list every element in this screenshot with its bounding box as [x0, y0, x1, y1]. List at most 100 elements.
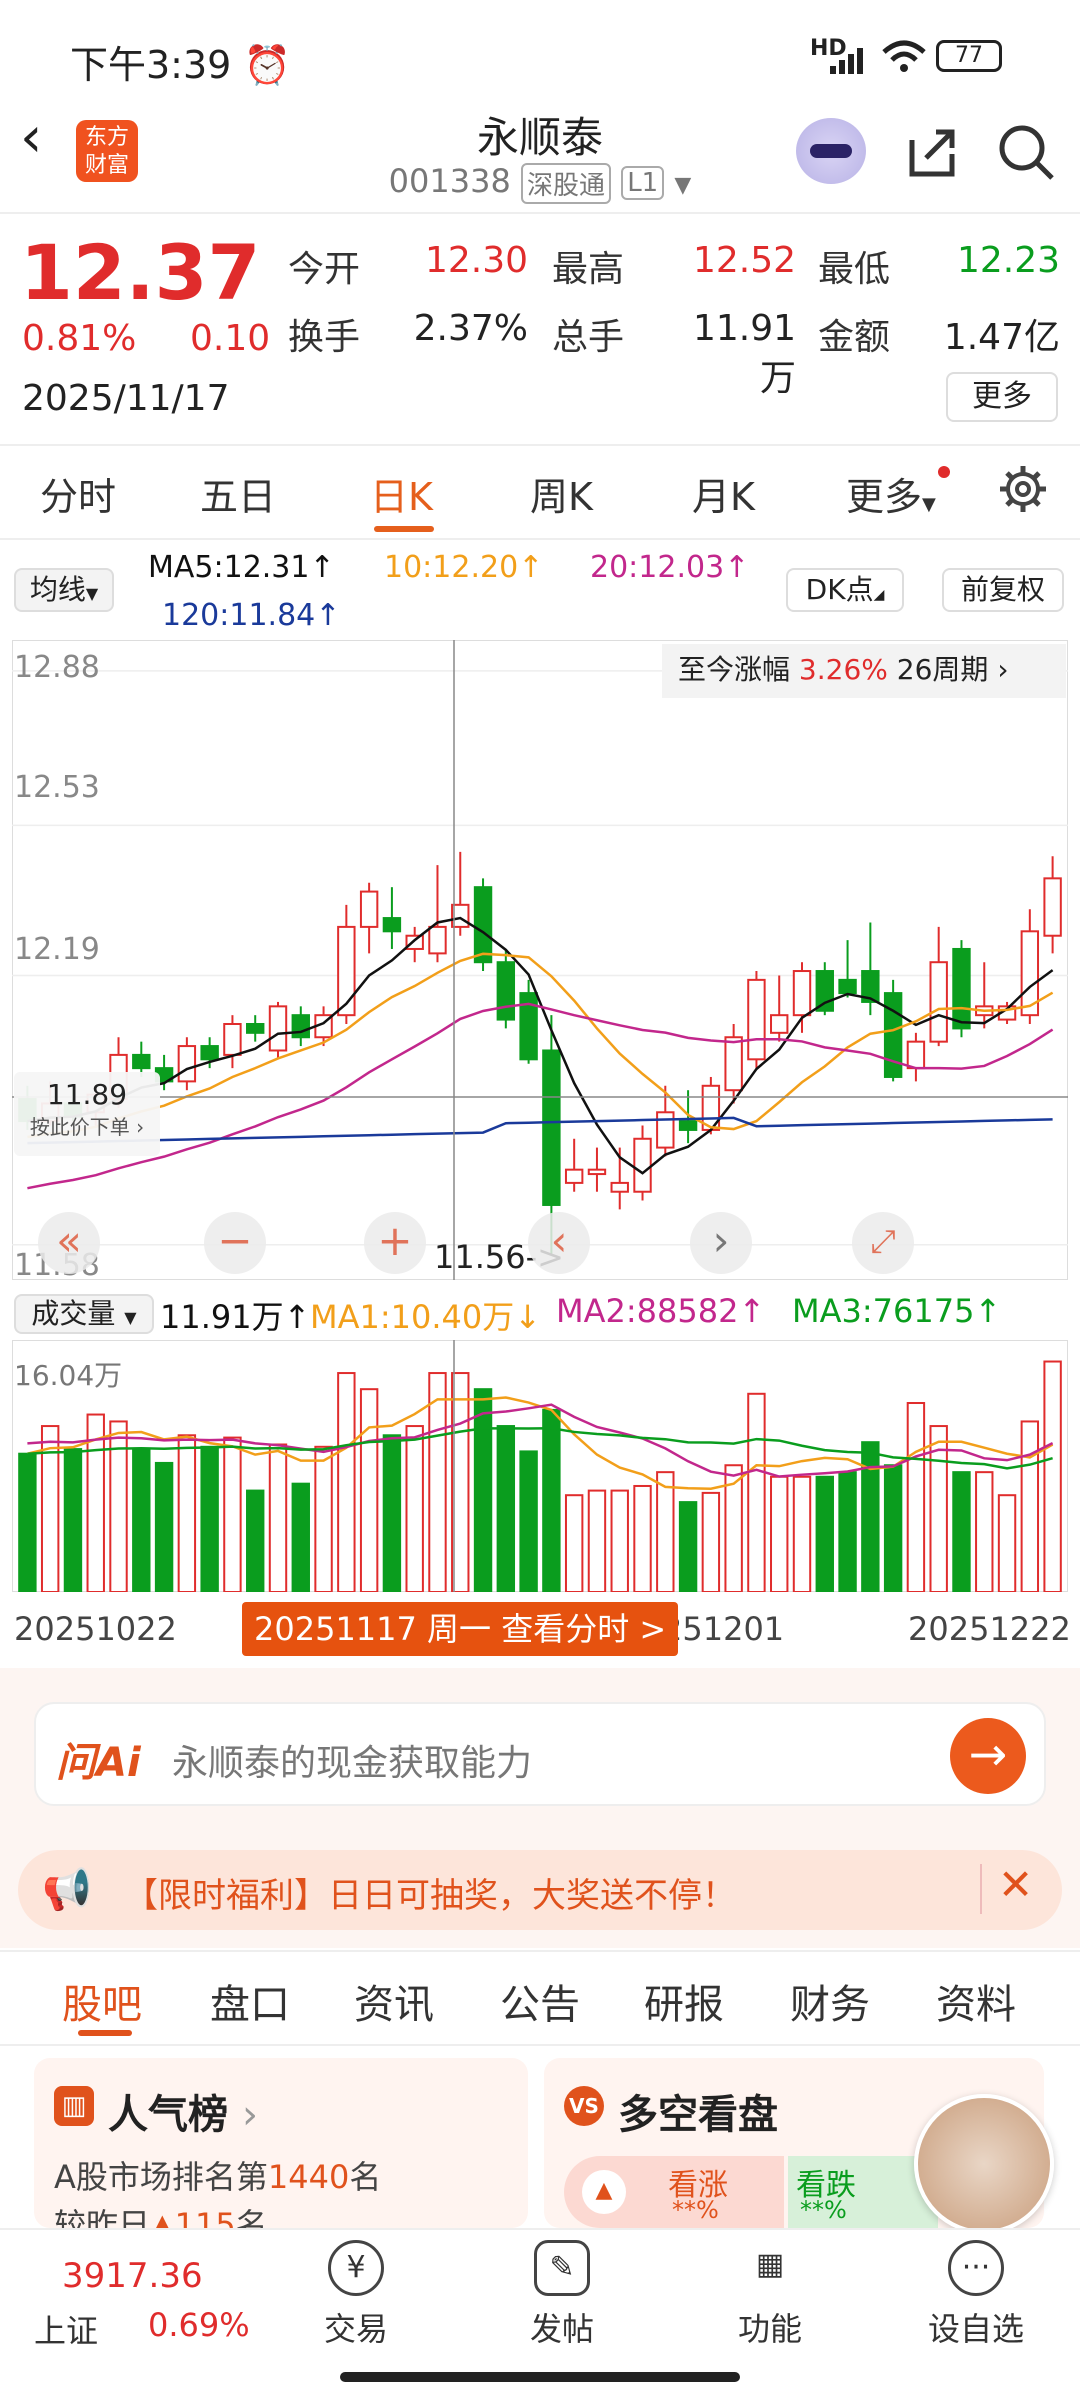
volume-selector[interactable]: 成交量 ▼: [14, 1294, 154, 1334]
candle: [405, 934, 424, 950]
volume-bar: [496, 1425, 516, 1592]
candle: [724, 1036, 743, 1092]
assistant-avatar-icon[interactable]: [796, 118, 866, 184]
promo-banner[interactable]: 📢 【限时福利】日日可抽奖，大奖送不停！ ✕: [18, 1850, 1062, 1930]
nav-function[interactable]: ▦ 功能: [700, 2240, 840, 2350]
view-intraday-tag[interactable]: 20251117 周一 查看分时 >: [242, 1602, 679, 1656]
volume-bar: [815, 1475, 834, 1592]
volume-bar: [861, 1441, 880, 1592]
yen-icon: ¥: [328, 2240, 384, 2296]
volume-ma3: MA3:76175↑: [792, 1292, 1002, 1330]
tab-weekly-k[interactable]: 周K: [530, 466, 593, 521]
tab-daily-k[interactable]: 日K: [370, 466, 433, 521]
candle: [610, 1181, 629, 1193]
close-icon[interactable]: ✕: [998, 1860, 1033, 1909]
zoom-in-icon[interactable]: +: [364, 1212, 426, 1274]
tab-order-book[interactable]: 盘口: [210, 1972, 290, 2030]
tab-five-day[interactable]: 五日: [200, 466, 276, 521]
notification-dot: [938, 466, 950, 478]
adjust-button[interactable]: 前复权: [942, 568, 1064, 612]
since-value: 3.26%: [798, 653, 888, 686]
tab-research[interactable]: 研报: [644, 1972, 724, 2030]
cursor-price-tag[interactable]: 11.89 按此价下单 ›: [14, 1072, 160, 1156]
tab-intraday[interactable]: 分时: [40, 466, 116, 521]
arrow-right-icon[interactable]: →: [950, 1718, 1026, 1794]
bull-bear-title: 多空看盘: [618, 2092, 778, 2138]
candle: [678, 1120, 698, 1131]
search-icon[interactable]: [996, 122, 1056, 186]
candle: [291, 1014, 310, 1039]
tab-profile[interactable]: 资料: [936, 1972, 1016, 2030]
high-value: 12.52: [692, 240, 796, 281]
volume-bar: [952, 1471, 971, 1592]
candle: [815, 970, 834, 1012]
popularity-title: 人气榜 ›: [108, 2092, 258, 2138]
tab-forum[interactable]: 股吧: [62, 1972, 142, 2030]
volume-bar: [291, 1482, 310, 1592]
volume-selector-label: 成交量: [31, 1297, 116, 1330]
previous-icon[interactable]: ‹: [528, 1212, 590, 1274]
candle: [496, 961, 516, 1021]
date-right: 20251222: [908, 1610, 1071, 1648]
scroll-left-icon[interactable]: «: [38, 1212, 100, 1274]
promo-text: 【限时福利】日日可抽奖，大奖送不停！: [124, 1876, 736, 1916]
zoom-out-icon[interactable]: −: [204, 1212, 266, 1274]
tab-more[interactable]: 更多▼: [846, 466, 936, 521]
cursor-hint-text: 按此价下单: [29, 1115, 130, 1139]
bull-button[interactable]: ▲ 看涨 **%: [564, 2156, 784, 2228]
more-quote-button[interactable]: 更多: [946, 372, 1058, 422]
share-icon[interactable]: [904, 124, 960, 184]
tab-monthly-k[interactable]: 月K: [692, 466, 755, 521]
popularity-card[interactable]: ▥ 人气榜 › A股市场排名第1440名 较昨日▲115名: [34, 2058, 528, 2228]
fullscreen-icon[interactable]: ⤢: [852, 1212, 914, 1274]
settings-icon[interactable]: [998, 464, 1048, 518]
ai-logo: 问Ai: [56, 1740, 141, 1786]
volume-ytick: 16.04万: [14, 1359, 123, 1392]
volume-bar: [519, 1450, 538, 1592]
ai-question-bar[interactable]: 问Ai 永顺泰的现金获取能力 →: [34, 1702, 1046, 1806]
volume-bar: [18, 1452, 37, 1592]
volume-chart[interactable]: [12, 1340, 1068, 1592]
signal-icon: [830, 48, 870, 78]
candle: [747, 978, 766, 1061]
nav-trade[interactable]: ¥ 交易: [286, 2240, 426, 2350]
candle: [177, 1045, 197, 1083]
volume-bar: [633, 1484, 652, 1592]
dropdown-icon: ▼: [124, 1308, 137, 1327]
candle: [473, 886, 493, 964]
ytick-high: 12.88: [14, 650, 100, 685]
volume-bar: [428, 1372, 447, 1592]
candle: [633, 1137, 652, 1193]
volume-ma1: MA1:10.40万↓: [310, 1298, 542, 1336]
tab-news[interactable]: 资讯: [354, 1972, 434, 2030]
volume-bar: [473, 1388, 493, 1592]
more-dots-icon: ···: [948, 2240, 1004, 2296]
candle: [952, 947, 971, 1030]
next-icon[interactable]: ›: [690, 1212, 752, 1274]
dropdown-icon: ◢: [873, 587, 885, 603]
volume-bar: [109, 1420, 128, 1592]
quote-date: 2025/11/17: [22, 378, 230, 419]
last-price: 12.37: [20, 228, 261, 317]
vs-icon: VS: [564, 2086, 604, 2126]
volume-bar: [906, 1402, 926, 1592]
grid-icon: ▦: [755, 2247, 785, 2282]
since-change-panel[interactable]: 至今涨幅 3.26% 26周期 ›: [662, 644, 1066, 698]
volume-bar: [656, 1471, 675, 1592]
candlestick-chart[interactable]: [12, 640, 1068, 1280]
dk-point-button[interactable]: DK点◢: [786, 568, 904, 612]
tab-announcements[interactable]: 公告: [500, 1972, 580, 2030]
volume-bar: [542, 1408, 561, 1592]
ma-selector[interactable]: 均线▼: [14, 568, 114, 612]
period-label: 26周期: [896, 653, 989, 686]
nav-watchlist[interactable]: ··· 设自选: [906, 2240, 1046, 2350]
volume-bar: [405, 1425, 424, 1592]
dropdown-icon[interactable]: ▼: [674, 173, 691, 198]
index-name: 上证: [34, 2312, 99, 2350]
volume-bar: [154, 1461, 174, 1592]
floating-avatar-icon[interactable]: [914, 2094, 1054, 2234]
candle: [542, 1049, 561, 1206]
level-badge[interactable]: L1: [621, 166, 665, 200]
nav-post[interactable]: ✎ 发帖: [492, 2240, 632, 2350]
tab-finance[interactable]: 财务: [790, 1972, 870, 2030]
